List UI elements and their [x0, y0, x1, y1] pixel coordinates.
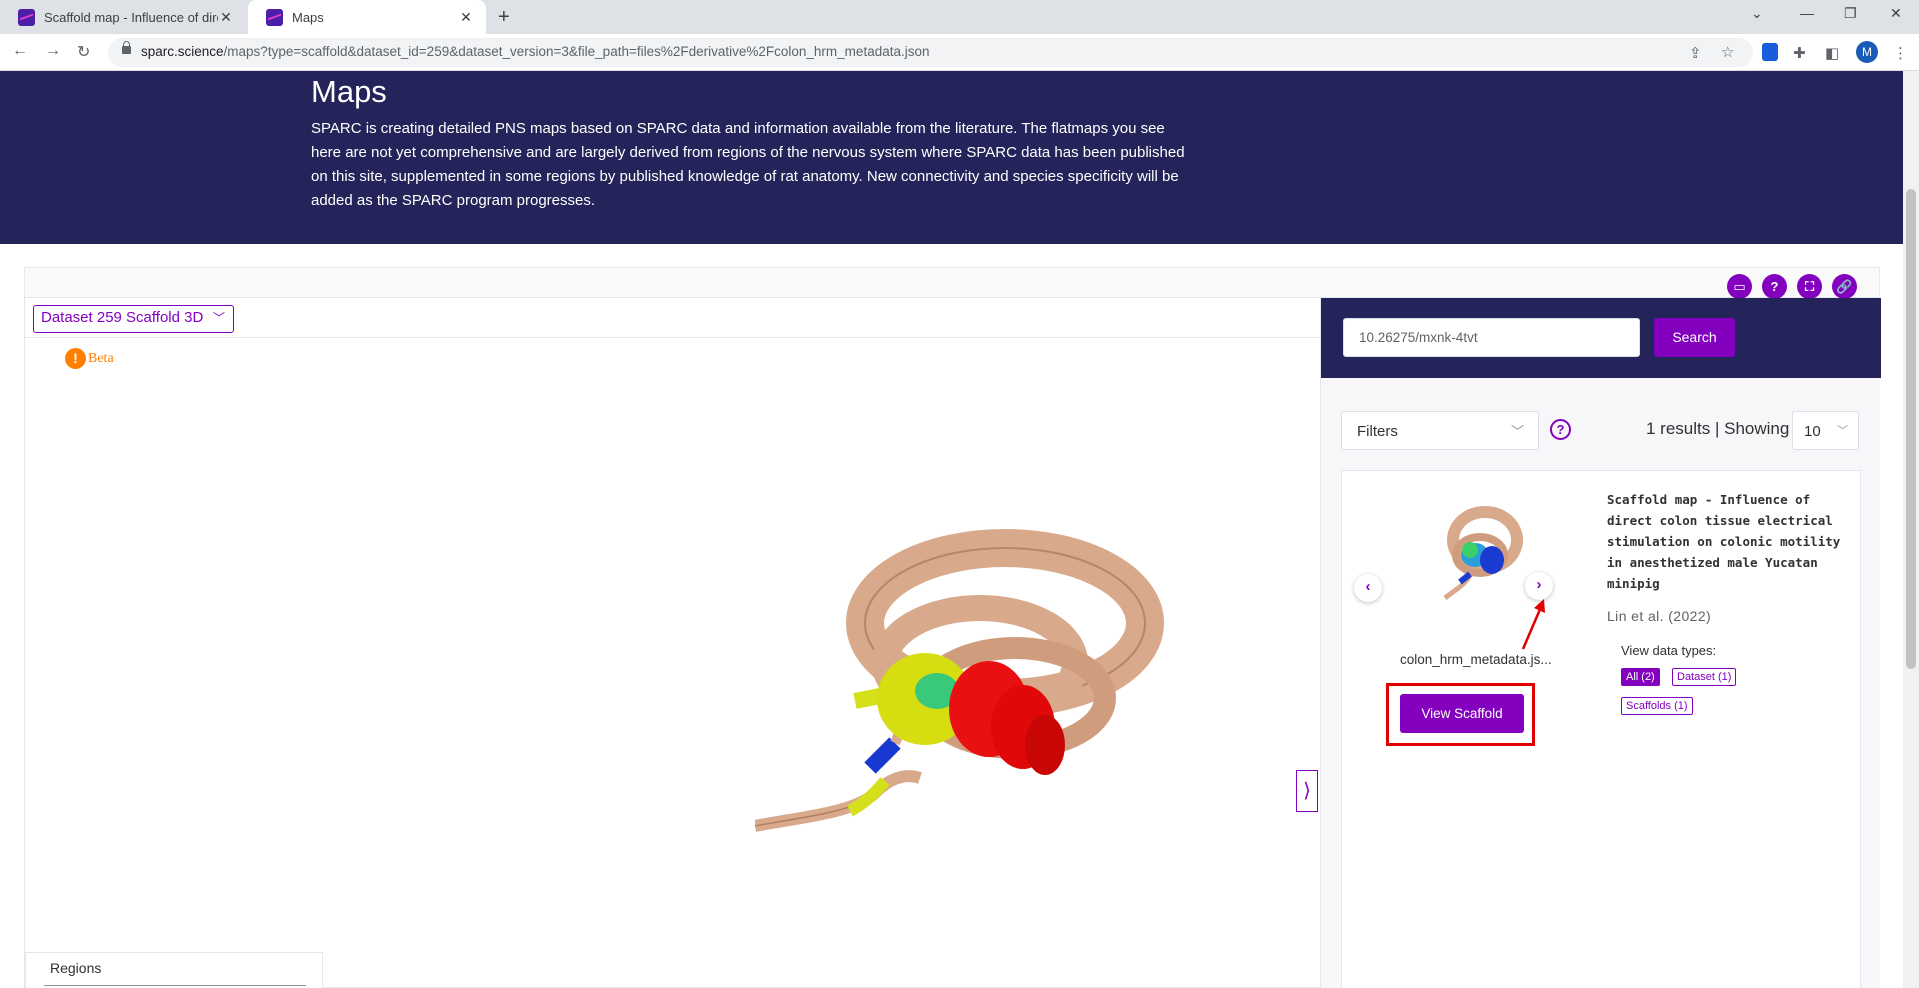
colon-scaffold-3d-model[interactable] — [755, 523, 1175, 843]
close-tab-icon[interactable]: ✕ — [218, 9, 234, 26]
regions-label: Regions — [50, 960, 102, 976]
scaffold-thumbnail[interactable] — [1430, 500, 1525, 610]
viewer-tool-icons: ▭ ? ⛶ 🔗 — [1727, 274, 1857, 299]
page-scrollbar[interactable] — [1903, 71, 1919, 988]
back-icon[interactable]: ← — [12, 42, 28, 60]
filters-dropdown[interactable]: Filters ﹀ — [1341, 411, 1539, 450]
extensions-puzzle-icon[interactable]: ✚ — [1793, 44, 1806, 62]
search-sidebar: 10.26275/mxnk-4tvt Search Filters ﹀ ? 1 … — [1320, 298, 1881, 988]
forward-icon[interactable]: → — [45, 42, 61, 60]
profile-avatar[interactable]: M — [1856, 41, 1878, 63]
regions-panel[interactable]: Regions — [25, 952, 323, 988]
sidebar-toggle-button[interactable]: ⟩ — [1296, 770, 1318, 812]
results-count: 1 results | Showing — [1646, 419, 1790, 438]
beta-badge[interactable]: ! Beta — [65, 348, 114, 369]
regions-divider — [44, 985, 306, 986]
map-viewer: ▭ ? ⛶ 🔗 Dataset 259 Scaffold 3D ﹀ ! Beta — [24, 267, 1881, 988]
dataset-card: ‹ › colon_hrm_metadata.js... View Scaffo… — [1341, 470, 1861, 988]
close-window-icon[interactable]: ✕ — [1890, 5, 1902, 22]
tag-scaffolds[interactable]: Scaffolds (1) — [1621, 697, 1693, 715]
url-host: sparc.science — [141, 44, 224, 59]
restore-icon[interactable]: ❐ — [1844, 5, 1857, 22]
chrome-menu-icon[interactable]: ⋮ — [1893, 44, 1908, 62]
share-icon[interactable]: ⇪ — [1689, 44, 1702, 62]
bookmark-star-icon[interactable]: ☆ — [1721, 43, 1734, 61]
search-button[interactable]: Search — [1654, 318, 1735, 357]
page-description: SPARC is creating detailed PNS maps base… — [311, 120, 1185, 209]
hero-banner: Maps SPARC is creating detailed PNS maps… — [0, 71, 1903, 244]
url-bar[interactable]: sparc.science/maps?type=scaffold&dataset… — [108, 38, 1753, 67]
chevron-down-icon: ﹀ — [1510, 424, 1524, 439]
fullscreen-icon[interactable]: ⛶ — [1797, 274, 1822, 299]
new-tab-icon[interactable]: + — [498, 6, 510, 29]
tab-search-icon[interactable]: ⌄ — [1751, 5, 1763, 22]
reload-icon[interactable]: ↻ — [77, 42, 90, 62]
per-page-select[interactable]: 10 ﹀ — [1792, 411, 1859, 450]
tab-scaffold-map[interactable]: Scaffold map - Influence of direct colon… — [0, 0, 246, 34]
viewer-toolbar: ▭ ? ⛶ 🔗 — [25, 268, 1879, 299]
carousel-prev-button[interactable]: ‹ — [1354, 574, 1382, 602]
close-tab-icon[interactable]: ✕ — [458, 9, 474, 26]
chevron-down-icon: ﹀ — [1837, 425, 1848, 437]
filters-help-icon[interactable]: ? — [1550, 419, 1571, 440]
url-path: /maps?type=scaffold&dataset_id=259&datas… — [223, 44, 930, 59]
dataset-authors: Lin et al. (2022) — [1607, 608, 1712, 624]
data-types-label: View data types: — [1621, 643, 1717, 658]
minimize-icon[interactable]: — — [1800, 5, 1814, 21]
url-text: sparc.science/maps?type=scaffold&dataset… — [141, 44, 930, 59]
per-page-value: 10 — [1804, 423, 1821, 440]
filters-label: Filters — [1357, 423, 1398, 440]
dataset-select-value: Dataset 259 Scaffold 3D — [41, 309, 204, 326]
tab-maps[interactable]: Maps ✕ — [248, 0, 486, 34]
search-area: 10.26275/mxnk-4tvt Search — [1321, 298, 1881, 378]
sparc-favicon-icon — [18, 8, 35, 26]
browser-tab-bar: Scaffold map - Influence of direct colon… — [0, 0, 1919, 34]
tab-title: Scaffold map - Influence of direct colon… — [44, 9, 218, 25]
help-icon[interactable]: ? — [1762, 274, 1787, 299]
dataset-title[interactable]: Scaffold map - Influence of direct colon… — [1607, 489, 1857, 594]
chevron-down-icon: ﹀ — [212, 311, 225, 325]
search-input[interactable]: 10.26275/mxnk-4tvt — [1343, 318, 1640, 357]
screen-icon[interactable]: ▭ — [1727, 274, 1752, 299]
bitwarden-extension-icon[interactable] — [1762, 43, 1778, 61]
link-icon[interactable]: 🔗 — [1832, 274, 1857, 299]
tag-all[interactable]: All (2) — [1621, 668, 1660, 686]
scrollbar-thumb[interactable] — [1906, 189, 1916, 669]
address-bar-row: ← → ↻ sparc.science/maps?type=scaffold&d… — [0, 34, 1919, 71]
page-title: Maps — [311, 74, 387, 109]
carousel-next-button[interactable]: › — [1525, 572, 1553, 600]
tag-dataset[interactable]: Dataset (1) — [1672, 668, 1737, 686]
tab-title: Maps — [292, 9, 324, 25]
beta-label: Beta — [88, 350, 114, 366]
annotation-highlight-box — [1386, 683, 1535, 746]
annotation-arrow — [1521, 599, 1545, 650]
scaffold-file-name: colon_hrm_metadata.js... — [1400, 652, 1552, 667]
tab-divider — [25, 337, 1320, 338]
page-content: Maps SPARC is creating detailed PNS maps… — [0, 71, 1903, 988]
sparc-favicon-icon — [266, 8, 283, 26]
lock-icon — [122, 41, 131, 54]
dataset-select[interactable]: Dataset 259 Scaffold 3D ﹀ — [33, 305, 234, 333]
warning-icon: ! — [65, 348, 86, 369]
side-panel-icon[interactable]: ◧ — [1825, 44, 1839, 62]
